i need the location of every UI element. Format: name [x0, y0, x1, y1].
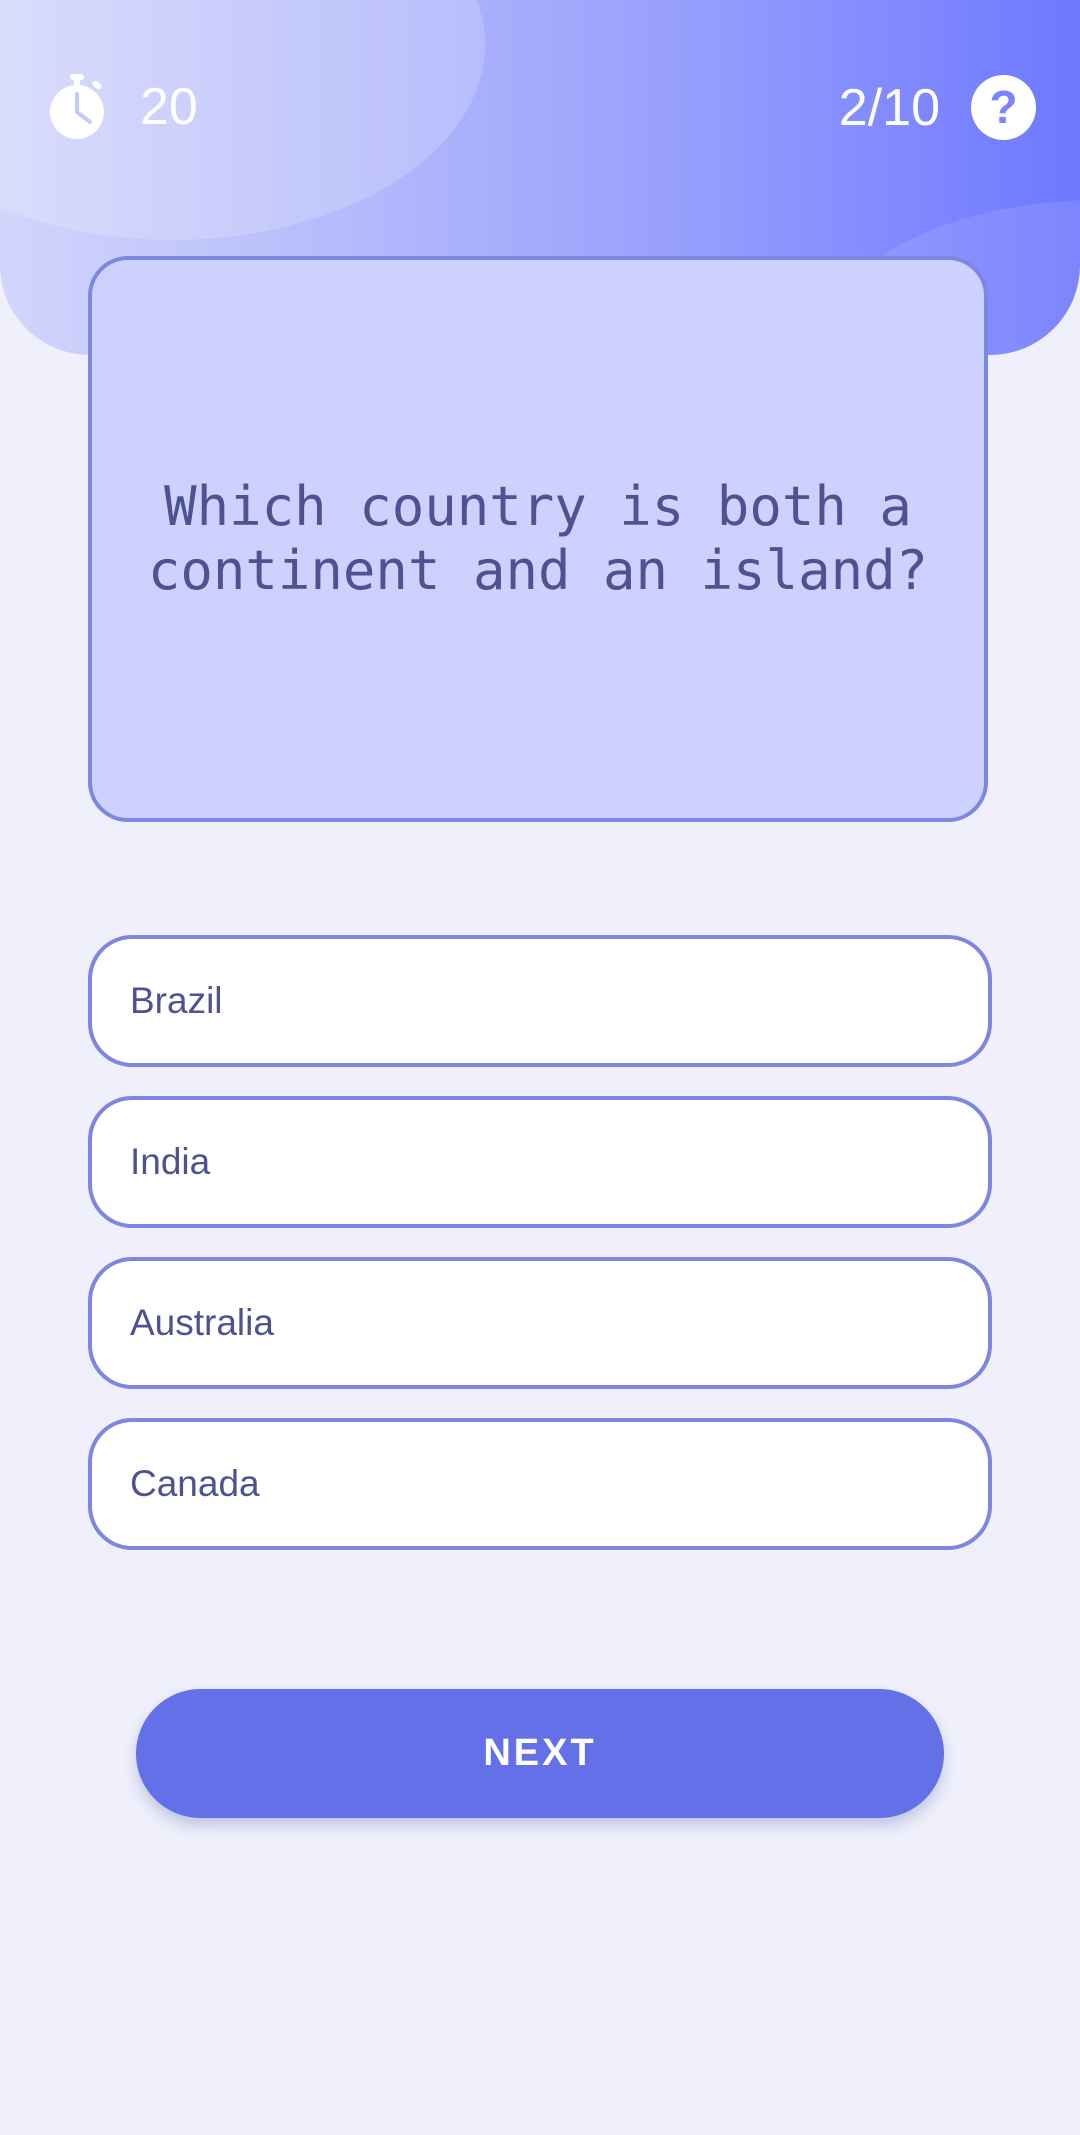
answer-option-canada[interactable]: Canada	[88, 1418, 992, 1550]
next-button[interactable]: NEXT	[136, 1689, 944, 1818]
question-progress: 2/10	[838, 79, 940, 137]
question-card: Which country is both a continent and an…	[88, 256, 988, 822]
answer-option-brazil[interactable]: Brazil	[88, 935, 992, 1067]
answer-option-australia[interactable]: Australia	[88, 1257, 992, 1389]
stopwatch-icon	[50, 74, 104, 139]
answer-option-india[interactable]: India	[88, 1096, 992, 1228]
question-text: Which country is both a continent and an…	[147, 475, 929, 602]
question-mark-icon[interactable]: ?	[971, 75, 1036, 140]
timer: 20	[48, 74, 198, 140]
timer-value: 20	[140, 78, 198, 136]
